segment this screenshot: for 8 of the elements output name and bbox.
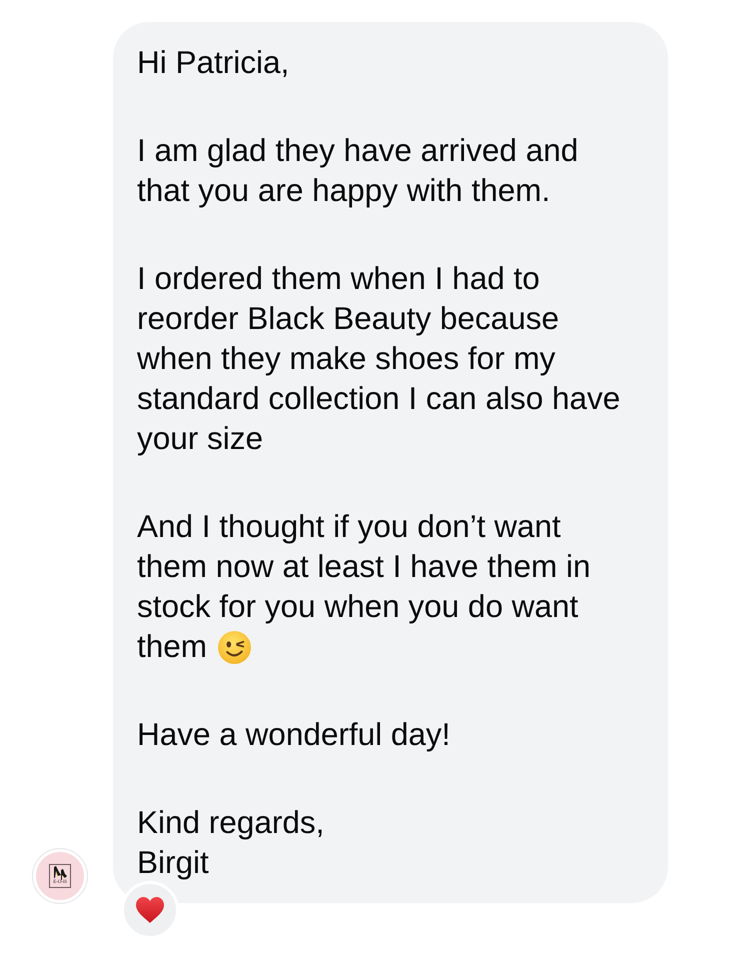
message-paragraph: I ordered them when I had to reorder Black Beauty because when they make shoes for my standard collection I can also have your size xyxy=(137,259,622,458)
message-paragraph: Kind regards, Birgit xyxy=(137,803,326,882)
message-paragraph: I am glad they have arrived and that you are happy with them. xyxy=(137,131,580,210)
message-paragraph: Have a wonderful day! xyxy=(137,715,452,754)
high-heel-shoe-icon xyxy=(52,866,68,880)
heart-icon xyxy=(136,897,164,923)
message-paragraph: Hi Patricia, xyxy=(137,43,290,82)
message-paragraph: And I thought if you don’t want them now at least I have them in stock for you when you do want them xyxy=(137,507,592,666)
